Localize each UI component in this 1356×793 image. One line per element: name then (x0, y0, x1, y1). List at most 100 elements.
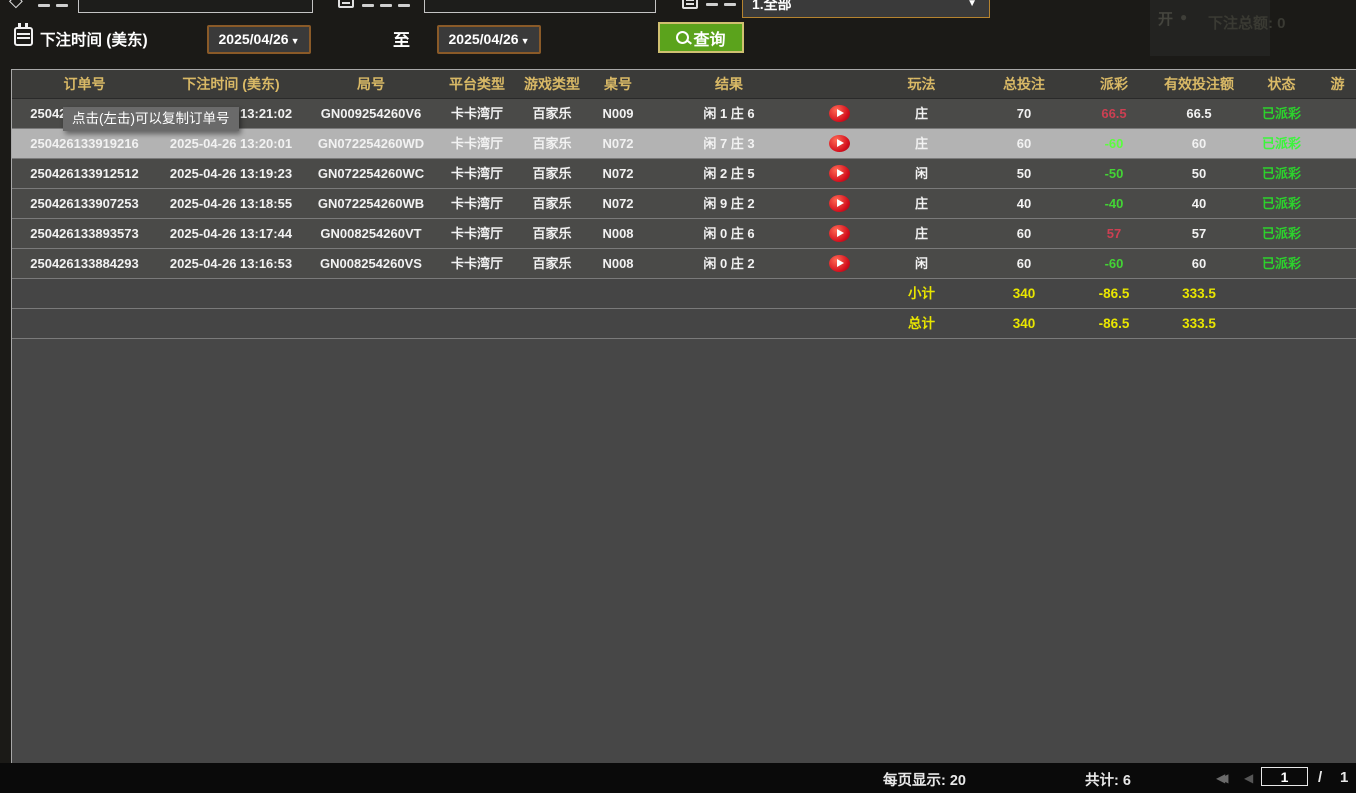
table-cell: 庄 (869, 189, 974, 218)
column-header: 总投注 (974, 70, 1074, 98)
table-cell: 闲 2 庄 5 (649, 159, 809, 188)
play-triangle-icon (837, 139, 844, 147)
replay-cell (809, 129, 869, 158)
cut-label (724, 3, 736, 6)
play-triangle-icon (837, 199, 844, 207)
table-cell: 2025-04-26 13:16:53 (157, 249, 305, 278)
column-header: 平台类型 (437, 70, 517, 98)
column-header: 订单号 (12, 70, 157, 98)
table-cell: 已派彩 (1244, 249, 1319, 278)
table-cell: 闲 0 庄 6 (649, 219, 809, 248)
date-to-picker[interactable]: 2025/04/26▼ (437, 25, 541, 54)
column-header: 桌号 (587, 70, 649, 98)
summary-cell: 总计 (869, 309, 974, 338)
replay-icon[interactable] (829, 195, 850, 212)
ghost-dot: ● (1180, 10, 1187, 24)
replay-icon[interactable] (829, 165, 850, 182)
table-cell: 已派彩 (1244, 189, 1319, 218)
empty-cell (809, 309, 869, 338)
table-cell (1319, 129, 1356, 158)
table-cell: -40 (1074, 189, 1154, 218)
empty-cell (649, 279, 809, 308)
to-label: 至 (393, 26, 410, 51)
table-cell: N008 (587, 249, 649, 278)
table-cell: 百家乐 (517, 249, 587, 278)
table-cell: 66.5 (1074, 99, 1154, 128)
table-cell: 已派彩 (1244, 99, 1319, 128)
chevron-down-icon: ▼ (967, 0, 977, 17)
table-cell[interactable]: 250426133919216 (12, 129, 157, 158)
table-cell: 60 (974, 249, 1074, 278)
table-cell: 卡卡湾厅 (437, 129, 517, 158)
table-cell: 已派彩 (1244, 129, 1319, 158)
table-cell (1319, 159, 1356, 188)
summary-cell: 340 (974, 279, 1074, 308)
table-row[interactable]: 2504261338935732025-04-26 13:17:44GN0082… (12, 219, 1356, 249)
footer-bar: 每页显示: 20 共计: 6 ◀◀ ◀ / 1 (0, 763, 1356, 793)
date-from-picker[interactable]: 2025/04/26▼ (207, 25, 311, 54)
column-header: 结果 (649, 70, 809, 98)
table-cell: 闲 7 庄 3 (649, 129, 809, 158)
play-triangle-icon (837, 169, 844, 177)
empty-cell (649, 309, 809, 338)
table-row[interactable]: 2504261338842932025-04-26 13:16:53GN0082… (12, 249, 1356, 279)
replay-icon[interactable] (829, 225, 850, 242)
empty-cell (1319, 279, 1356, 308)
table-cell: N072 (587, 189, 649, 218)
table-cell: 57 (1074, 219, 1154, 248)
table-cell[interactable]: 250426133912512 (12, 159, 157, 188)
cut-label (56, 4, 68, 7)
table-cell: 百家乐 (517, 219, 587, 248)
column-header: 游 (1319, 70, 1356, 98)
replay-icon[interactable] (829, 135, 850, 152)
table-row[interactable]: 2504261339072532025-04-26 13:18:55GN0722… (12, 189, 1356, 219)
table-cell: GN072254260WC (305, 159, 437, 188)
table-cell: N009 (587, 99, 649, 128)
query-button[interactable]: 查询 (658, 22, 744, 53)
column-header: 有效投注额 (1154, 70, 1244, 98)
table-cell: 2025-04-26 13:20:01 (157, 129, 305, 158)
table-cell[interactable]: 250426133907253 (12, 189, 157, 218)
table-cell: GN008254260VS (305, 249, 437, 278)
table-cell: 60 (1154, 249, 1244, 278)
empty-cell (12, 309, 157, 338)
table-cell: 闲 1 庄 6 (649, 99, 809, 128)
empty-cell (437, 309, 517, 338)
replay-icon[interactable] (829, 105, 850, 122)
table-cell[interactable]: 250426133893573 (12, 219, 157, 248)
table-cell: GN072254260WB (305, 189, 437, 218)
table-cell: N072 (587, 159, 649, 188)
chevron-down-icon: ▼ (521, 36, 530, 46)
prev-page-button[interactable]: ◀ (1244, 771, 1253, 785)
platform-type-value: 1.全部 (752, 0, 792, 12)
total-count-label: 共计: 6 (1085, 769, 1131, 790)
table-cell: 40 (1154, 189, 1244, 218)
table-header-row: 订单号下注时间 (美东)局号平台类型游戏类型桌号结果玩法总投注派彩有效投注额状态… (12, 70, 1356, 99)
table-cell: N008 (587, 219, 649, 248)
filter-input-1[interactable] (78, 0, 313, 13)
table-cell: 卡卡湾厅 (437, 189, 517, 218)
filter-input-2[interactable] (424, 0, 656, 13)
table-row[interactable]: 2504261339125122025-04-26 13:19:23GN0722… (12, 159, 1356, 189)
table-cell: 2025-04-26 13:17:44 (157, 219, 305, 248)
table-cell[interactable]: 250426133884293 (12, 249, 157, 278)
date-from-value: 2025/04/26 (219, 31, 289, 47)
table-cell: -50 (1074, 159, 1154, 188)
first-page-button[interactable]: ◀◀ (1216, 771, 1236, 785)
table-cell: 闲 (869, 249, 974, 278)
empty-cell (12, 279, 157, 308)
total-pages-label: 1 (1340, 769, 1348, 786)
replay-icon[interactable] (829, 255, 850, 272)
table-cell: N072 (587, 129, 649, 158)
query-button-label: 查询 (693, 26, 725, 50)
column-header: 状态 (1244, 70, 1319, 98)
page-number-input[interactable] (1261, 767, 1308, 786)
empty-cell (157, 309, 305, 338)
table-cell: 60 (974, 219, 1074, 248)
platform-type-select[interactable]: 1.全部 ▼ (742, 0, 990, 18)
table-row[interactable]: 2504261339192162025-04-26 13:20:01GN0722… (12, 129, 1356, 159)
table-cell: -60 (1074, 129, 1154, 158)
empty-cell (809, 279, 869, 308)
cut-label (380, 4, 392, 7)
subtotal-row: 小计340-86.5333.5 (12, 279, 1356, 309)
